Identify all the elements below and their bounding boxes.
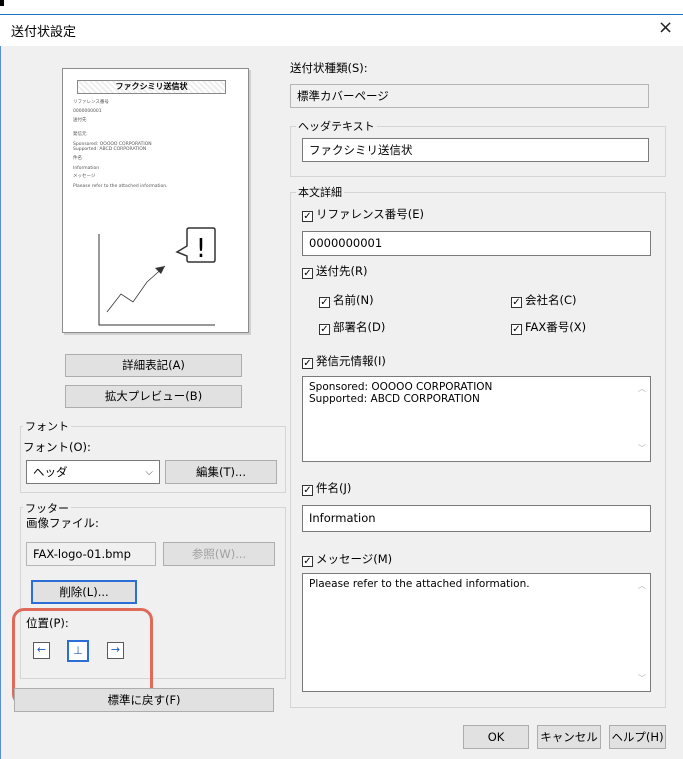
align-right-button[interactable]: → <box>107 642 124 659</box>
subject-input[interactable]: Information <box>302 505 651 532</box>
check-icon: ✓ <box>302 358 313 369</box>
dialog-body: ファクシミリ送信状 リファレンス番号 0000000001 送付先 発信元 Sp… <box>0 46 683 759</box>
department-checkbox[interactable]: ✓ 部署名(D) <box>319 319 385 335</box>
exclamation-icon: ! <box>196 234 206 264</box>
name-checkbox[interactable]: ✓ 名前(N) <box>319 292 374 308</box>
message-text: Plaease refer to the attached informatio… <box>309 578 530 590</box>
preview-title: ファクシミリ送信状 <box>77 80 226 94</box>
reference-checkbox[interactable]: ✓ リファレンス番号(E) <box>302 206 424 222</box>
sender-info-textarea[interactable]: Sponsored: OOOOO CORPORATION Supported: … <box>302 376 651 462</box>
align-center-button[interactable]: ⊥ <box>67 640 89 662</box>
check-icon: ✓ <box>302 211 313 222</box>
close-icon[interactable]: × <box>658 17 673 38</box>
check-icon: ✓ <box>302 268 313 279</box>
preview-line: Information <box>73 166 100 171</box>
preview-line: Supported: ABCD CORPORATION <box>73 147 147 152</box>
scroll-up-icon[interactable]: ︿ <box>638 383 646 395</box>
scroll-down-icon[interactable]: ﹀ <box>638 673 646 685</box>
preview-line: Plaease refer to the attached informatio… <box>73 184 168 189</box>
font-select-value: ヘッダ <box>33 465 68 479</box>
cancel-button[interactable]: キャンセル <box>537 725 601 749</box>
fax-checkbox[interactable]: ✓ FAX番号(X) <box>511 319 586 335</box>
cover-type-label: 送付状種類(S): <box>290 61 368 75</box>
window-title: 送付状設定 <box>11 25 77 40</box>
message-textarea[interactable]: Plaease refer to the attached informatio… <box>302 573 651 692</box>
subject-checkbox[interactable]: ✓ 件名(J) <box>302 480 351 496</box>
title-bar: 送付状設定 × <box>0 14 683 47</box>
help-button[interactable]: ヘルプ(H) <box>609 725 666 749</box>
recipient-label: 送付先(R) <box>316 264 368 278</box>
scroll-down-icon[interactable]: ﹀ <box>638 443 646 455</box>
delete-button[interactable]: 削除(L)... <box>31 580 137 604</box>
header-text-input[interactable]: ファクシミリ送信状 <box>302 138 649 162</box>
ok-button[interactable]: OK <box>463 725 529 749</box>
reset-default-button[interactable]: 標準に戻す(F) <box>14 688 274 712</box>
sender-line-1: Sponsored: OOOOO CORPORATION <box>309 381 493 393</box>
font-select[interactable]: ヘッダ ⌵ <box>26 460 160 484</box>
company-label: 会社名(C) <box>525 293 577 307</box>
detail-notation-button[interactable]: 詳細表記(A) <box>65 354 242 377</box>
chevron-down-icon: ⌵ <box>145 467 153 478</box>
name-label: 名前(N) <box>333 293 374 307</box>
preview-line: リファレンス番号 <box>73 100 109 105</box>
department-label: 部署名(D) <box>333 320 386 334</box>
image-file-field[interactable]: FAX-logo-01.bmp <box>26 542 156 566</box>
sender-line-2: Supported: ABCD CORPORATION <box>309 393 480 405</box>
preview-line: 発信元 <box>73 132 87 137</box>
preview-line: 0000000001 <box>73 109 102 114</box>
cover-type-field[interactable]: 標準カバーページ <box>290 84 649 108</box>
check-icon: ✓ <box>511 324 522 335</box>
message-checkbox[interactable]: ✓ メッセージ(M) <box>302 551 392 567</box>
scrollbar[interactable]: ︿ ﹀ <box>634 377 650 461</box>
edit-font-button[interactable]: 編集(T)... <box>165 460 277 484</box>
browse-button[interactable]: 参照(W)... <box>163 542 275 566</box>
preview-line: メッセージ <box>73 174 96 179</box>
reference-input[interactable]: 0000000001 <box>302 231 651 256</box>
font-group-label: フォント <box>23 418 71 434</box>
growth-chart-icon: ! <box>95 224 220 329</box>
subject-label: 件名(J) <box>316 481 352 495</box>
preview-line: 送付先 <box>73 118 87 123</box>
scroll-up-icon[interactable]: ︿ <box>638 580 646 592</box>
company-checkbox[interactable]: ✓ 会社名(C) <box>511 292 577 308</box>
check-icon: ✓ <box>302 556 313 567</box>
header-text-label: ヘッダテキスト <box>296 118 377 134</box>
align-left-button[interactable]: ← <box>33 642 50 659</box>
fax-label: FAX番号(X) <box>525 320 587 334</box>
check-icon: ✓ <box>319 297 330 308</box>
check-icon: ✓ <box>511 297 522 308</box>
sender-checkbox[interactable]: ✓ 発信元情報(I) <box>302 353 386 369</box>
top-edge-mark <box>0 0 4 6</box>
reference-label: リファレンス番号(E) <box>316 207 425 221</box>
body-details-label: 本文詳細 <box>296 184 344 200</box>
check-icon: ✓ <box>302 485 313 496</box>
sender-label: 発信元情報(I) <box>316 354 386 368</box>
zoom-preview-button[interactable]: 拡大プレビュー(B) <box>65 385 242 408</box>
check-icon: ✓ <box>319 324 330 335</box>
footer-group-label: フッター <box>23 500 71 516</box>
preview-line: 件名 <box>73 156 82 161</box>
font-label: フォント(O): <box>23 440 91 454</box>
cover-preview: ファクシミリ送信状 リファレンス番号 0000000001 送付先 発信元 Sp… <box>62 68 249 333</box>
message-label: メッセージ(M) <box>316 552 393 566</box>
image-file-label: 画像ファイル: <box>26 516 99 530</box>
scrollbar[interactable]: ︿ ﹀ <box>634 574 650 691</box>
position-label: 位置(P): <box>26 616 69 630</box>
recipient-checkbox[interactable]: ✓ 送付先(R) <box>302 263 367 279</box>
